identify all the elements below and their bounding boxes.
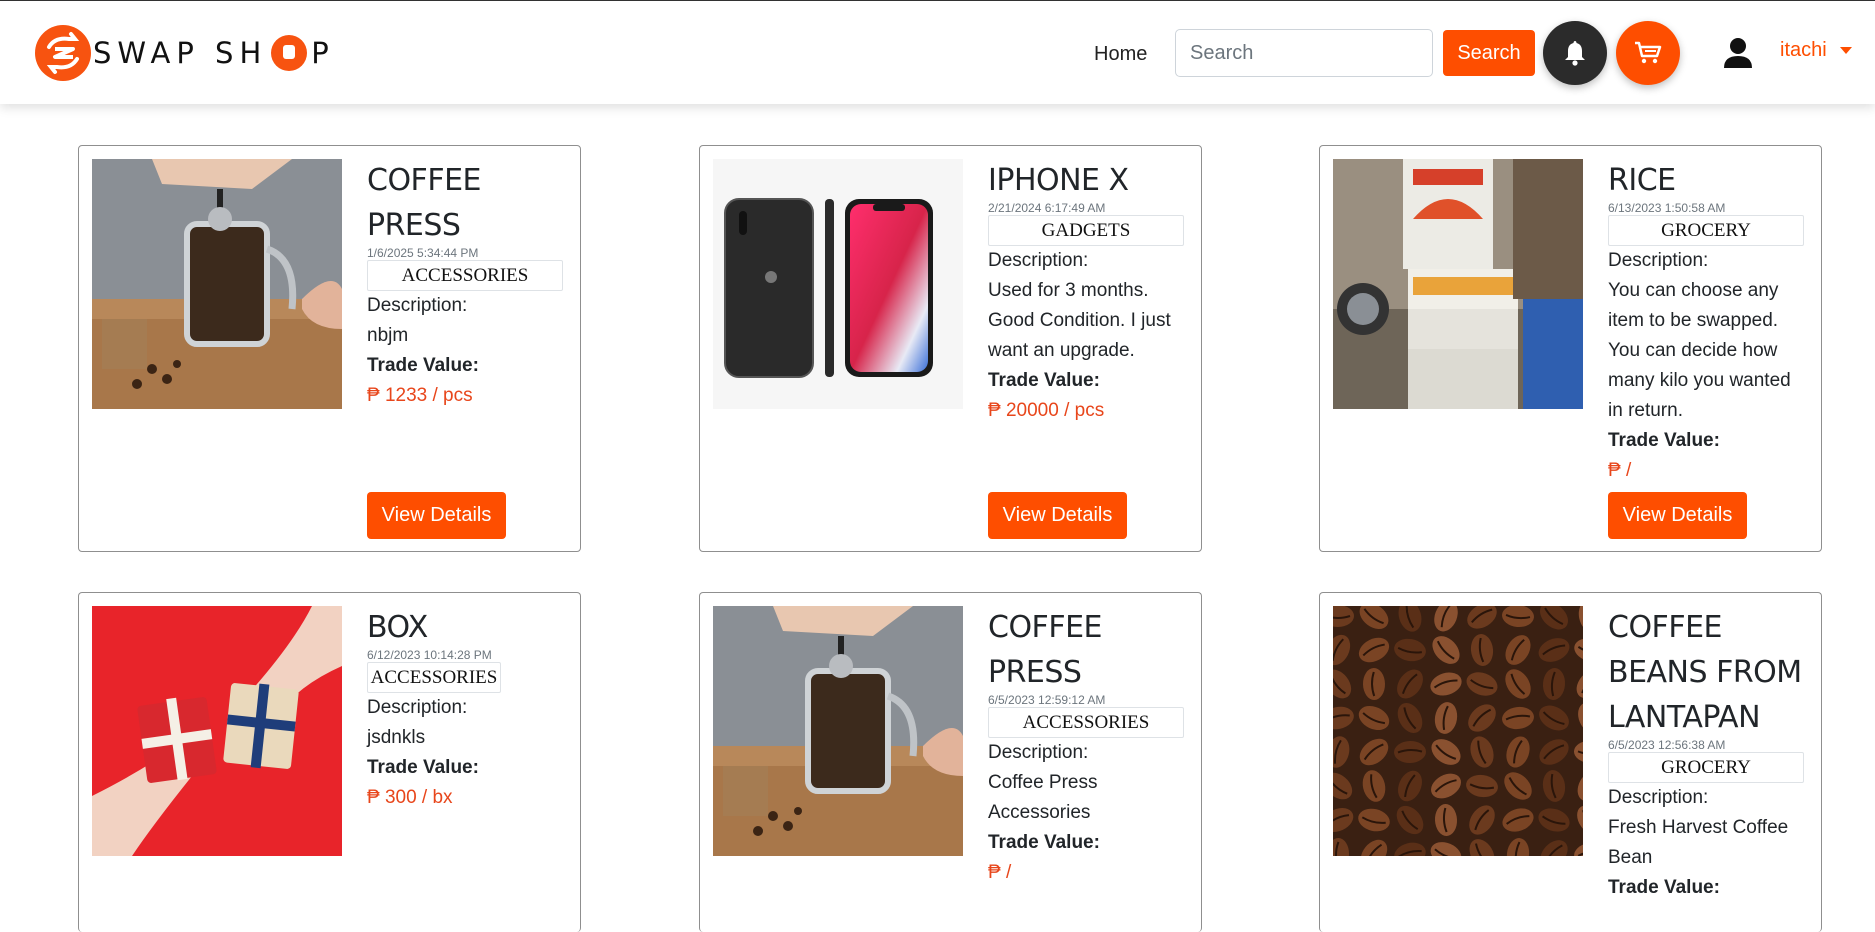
product-title: IPHONE X — [988, 163, 1129, 198]
brand-name: SWAP SH P — [93, 35, 335, 71]
trade-value-label: Trade Value: — [988, 832, 1100, 853]
trade-value-label: Trade Value: — [988, 370, 1100, 391]
product-date: 6/13/2023 1:50:58 AM — [1608, 201, 1726, 215]
bell-icon — [1565, 41, 1585, 66]
description-text: jsdnkls — [367, 727, 426, 748]
trade-value-label: Trade Value: — [1608, 877, 1720, 898]
description-text: You can choose any item to be swapped. Y… — [1608, 280, 1791, 421]
category-badge: ACCESSORIES — [367, 662, 501, 693]
product-image[interactable] — [92, 159, 342, 409]
product-date: 6/5/2023 12:59:12 AM — [988, 693, 1106, 707]
product-image[interactable] — [713, 159, 963, 409]
description-label: Description: — [1608, 250, 1709, 271]
coffee-beans-photo — [1333, 606, 1583, 856]
swap-logo-icon — [35, 25, 91, 81]
product-image[interactable] — [1333, 159, 1583, 409]
trade-value: ₱ / — [988, 862, 1012, 883]
category-badge: GROCERY — [1608, 752, 1804, 783]
trade-value-label: Trade Value: — [1608, 430, 1720, 451]
description-text: nbjm — [367, 325, 409, 346]
product-card: COFFEE PRESS 1/6/2025 5:34:44 PM ACCESSO… — [78, 145, 581, 552]
product-info: COFFEE BEANS FROM LANTAPAN 6/5/2023 12:5… — [1608, 605, 1808, 903]
description-label: Description: — [1608, 787, 1709, 808]
notifications-button[interactable] — [1543, 21, 1607, 85]
product-title: RICE — [1608, 163, 1676, 198]
description-label: Description: — [988, 742, 1089, 763]
product-date: 6/12/2023 10:14:28 PM — [367, 648, 492, 662]
shopping-bag-icon — [271, 35, 308, 71]
product-image[interactable] — [713, 606, 963, 856]
description-label: Description: — [367, 697, 468, 718]
search-input[interactable] — [1175, 29, 1433, 77]
description-label: Description: — [988, 250, 1089, 271]
chevron-down-icon[interactable] — [1840, 47, 1852, 54]
product-info: BOX 6/12/2023 10:14:28 PM ACCESSORIES De… — [367, 605, 567, 813]
product-card: RICE 6/13/2023 1:50:58 AM GROCERY Descri… — [1319, 145, 1822, 552]
category-badge: ACCESSORIES — [988, 707, 1184, 738]
user-icon[interactable] — [1723, 37, 1753, 69]
product-info: COFFEE PRESS 6/5/2023 12:59:12 AM ACCESS… — [988, 605, 1188, 888]
cart-icon — [1635, 41, 1662, 64]
product-info: RICE 6/13/2023 1:50:58 AM GROCERY Descri… — [1608, 158, 1808, 486]
product-date: 1/6/2025 5:34:44 PM — [367, 246, 479, 260]
product-title: BOX — [367, 610, 428, 645]
product-title: COFFEE BEANS FROM LANTAPAN — [1608, 610, 1802, 735]
description-text: Fresh Harvest Coffee Bean — [1608, 817, 1789, 868]
brand-name-right: P — [311, 36, 335, 70]
description-text: Used for 3 months. Good Condition. I jus… — [988, 280, 1171, 361]
category-badge: ACCESSORIES — [367, 260, 563, 291]
view-details-button[interactable]: View Details — [1608, 492, 1747, 539]
product-title: COFFEE PRESS — [988, 610, 1102, 690]
brand-name-left: SWAP SH — [93, 36, 268, 70]
trade-value: ₱ 1233 / pcs — [367, 385, 473, 406]
nav-home-link[interactable]: Home — [1094, 43, 1147, 66]
trade-value: ₱ 20000 / pcs — [988, 400, 1105, 421]
product-date: 2/21/2024 6:17:49 AM — [988, 201, 1106, 215]
view-details-button[interactable]: View Details — [367, 492, 506, 539]
product-card: COFFEE BEANS FROM LANTAPAN 6/5/2023 12:5… — [1319, 592, 1822, 932]
view-details-button[interactable]: View Details — [988, 492, 1127, 539]
description-text: Coffee Press Accessories — [988, 772, 1098, 823]
product-title: COFFEE PRESS — [367, 163, 481, 243]
category-badge: GADGETS — [988, 215, 1184, 246]
trade-value: ₱ 300 / bx — [367, 787, 453, 808]
product-card: COFFEE PRESS 6/5/2023 12:59:12 AM ACCESS… — [699, 592, 1202, 932]
product-date: 6/5/2023 12:56:38 AM — [1608, 738, 1726, 752]
navbar: SWAP SH P Home Search itachi — [0, 1, 1875, 104]
cart-button[interactable] — [1616, 21, 1680, 85]
trade-value: ₱ / — [1608, 460, 1632, 481]
category-badge: GROCERY — [1608, 215, 1804, 246]
product-image[interactable] — [1333, 606, 1583, 856]
product-image[interactable] — [92, 606, 342, 856]
user-menu-name[interactable]: itachi — [1780, 39, 1827, 62]
product-card: IPHONE X 2/21/2024 6:17:49 AM GADGETS De… — [699, 145, 1202, 552]
trade-value-label: Trade Value: — [367, 355, 479, 376]
description-label: Description: — [367, 295, 468, 316]
product-info: COFFEE PRESS 1/6/2025 5:34:44 PM ACCESSO… — [367, 158, 567, 411]
search-button[interactable]: Search — [1443, 30, 1535, 76]
product-card: BOX 6/12/2023 10:14:28 PM ACCESSORIES De… — [78, 592, 581, 932]
product-info: IPHONE X 2/21/2024 6:17:49 AM GADGETS De… — [988, 158, 1188, 426]
trade-value-label: Trade Value: — [367, 757, 479, 778]
brand-logo[interactable]: SWAP SH P — [35, 25, 335, 81]
